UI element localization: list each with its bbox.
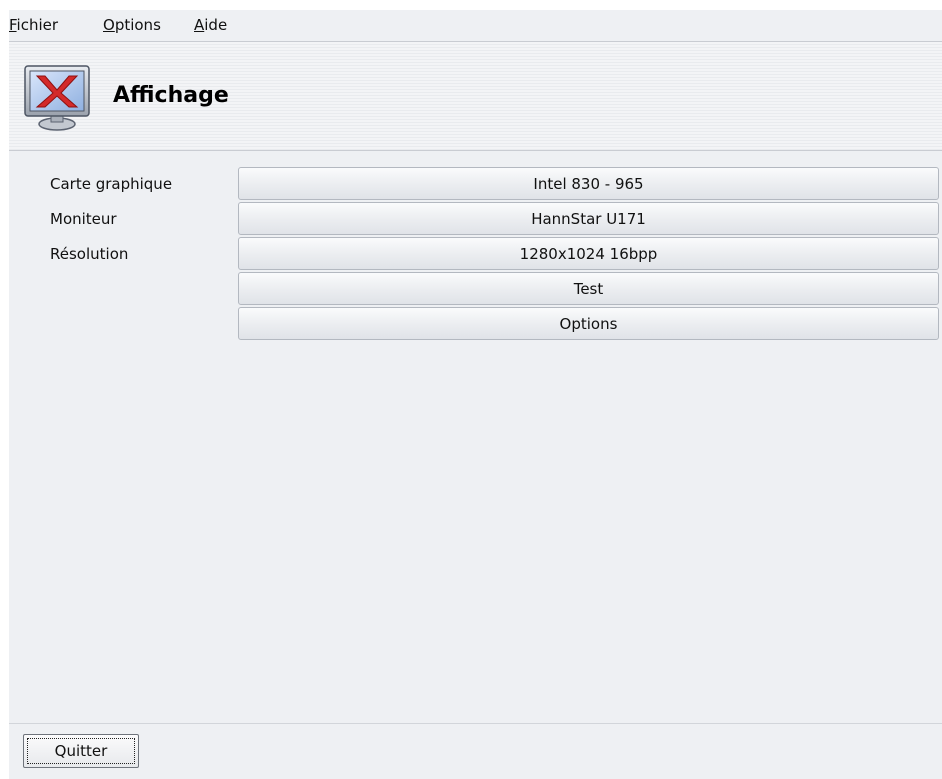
label-carte-graphique: Carte graphique (50, 175, 173, 193)
resolution-button[interactable]: 1280x1024 16bpp (238, 237, 939, 270)
menu-options-label: ptions (114, 16, 161, 34)
footer-divider (9, 723, 942, 724)
page-title: Affichage (113, 83, 229, 108)
options-button[interactable]: Options (238, 307, 939, 340)
page-header: Affichage (9, 42, 942, 151)
focus-ring (27, 738, 135, 764)
monitor-x-icon (24, 65, 90, 131)
label-moniteur: Moniteur (50, 210, 117, 228)
graphics-card-button[interactable]: Intel 830 - 965 (238, 167, 939, 200)
menu-options[interactable]: Options (103, 15, 161, 35)
label-resolution: Résolution (50, 245, 129, 263)
menu-aide-mnemonic: A (194, 16, 205, 34)
menu-fichier-mnemonic: F (9, 16, 17, 34)
menu-options-mnemonic: O (103, 16, 115, 34)
menu-aide[interactable]: Aide (194, 15, 227, 35)
menubar: Fichier Options Aide (9, 10, 942, 42)
quit-button[interactable]: Quitter (23, 734, 139, 768)
menu-fichier[interactable]: Fichier (9, 15, 58, 35)
menu-fichier-label: ichier (16, 16, 59, 34)
monitor-button[interactable]: HannStar U171 (238, 202, 939, 235)
test-button[interactable]: Test (238, 272, 939, 305)
menu-aide-label: ide (204, 16, 228, 34)
display-config-window: Fichier Options Aide Affichage Carte gra… (9, 10, 942, 779)
